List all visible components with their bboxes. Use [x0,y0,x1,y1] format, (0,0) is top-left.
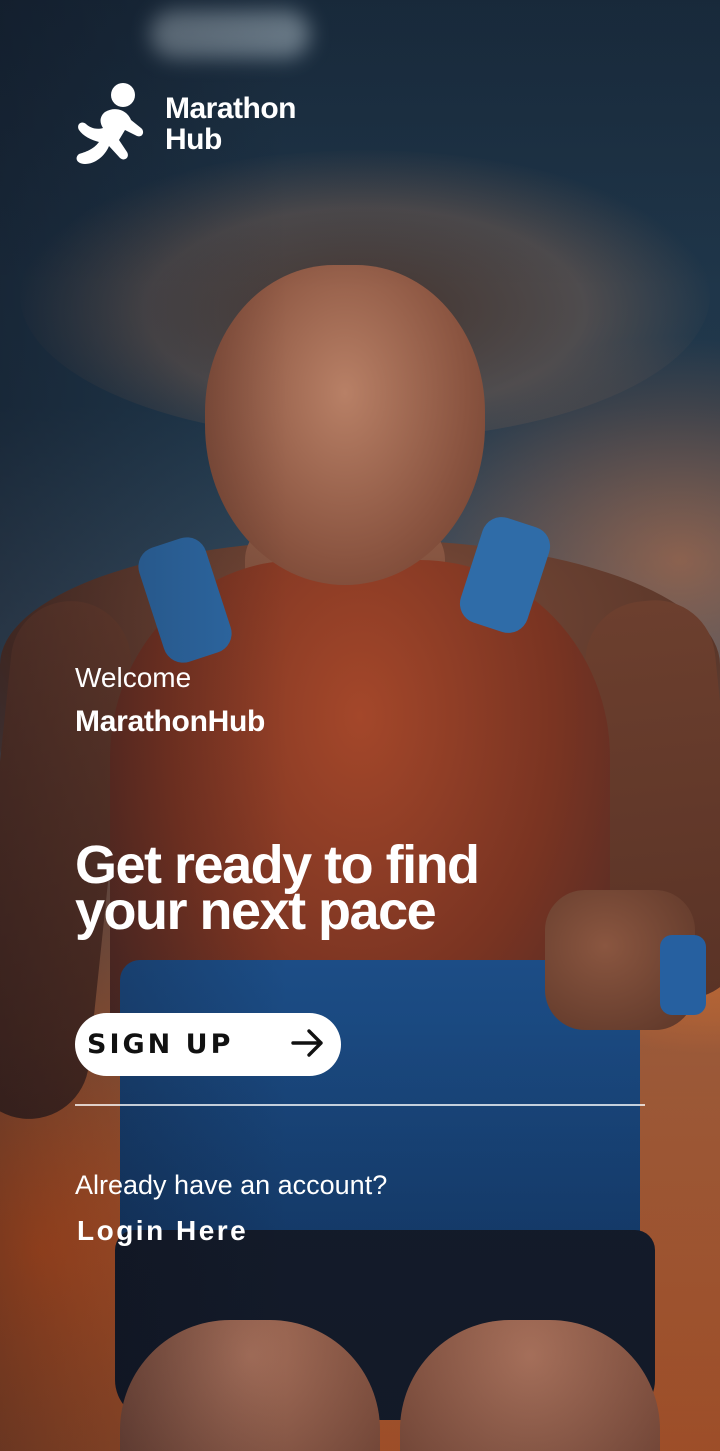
app-logo: Marathon Hub [75,82,297,166]
hero-headline: Get ready to find your next pace [75,838,635,941]
logo-wordmark-line1: Marathon [165,92,297,125]
login-prompt: Already have an account? [75,1170,388,1200]
divider [75,1104,645,1106]
arrow-right-icon [291,1028,325,1061]
welcome-greeting: Welcome [75,662,192,693]
logo-wordmark: Marathon Hub [165,92,297,156]
sign-up-button[interactable]: SIGN UP [75,1013,341,1076]
logo-wordmark-line2: Hub [165,123,222,156]
login-link[interactable]: Login Here [77,1213,248,1249]
sign-up-label: SIGN UP [87,1029,234,1060]
hero-headline-line2: your next pace [75,881,437,941]
runner-icon [75,82,149,166]
welcome-app-name: MarathonHub [75,705,266,738]
